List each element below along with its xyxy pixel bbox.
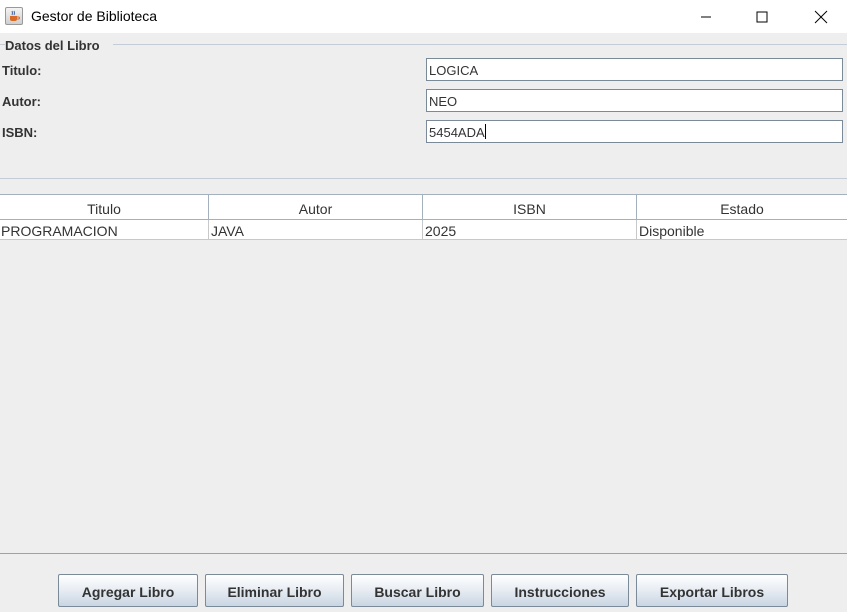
title-label: Titulo: <box>2 63 42 78</box>
delete-book-button[interactable]: Eliminar Libro <box>205 574 344 607</box>
title-field[interactable]: LOGICA <box>426 58 843 81</box>
isbn-field[interactable]: 5454ADA <box>426 120 843 143</box>
text-cursor <box>484 124 486 139</box>
cell-isbn[interactable]: 2025 <box>423 220 637 239</box>
form-legend: Datos del Libro <box>5 38 102 53</box>
isbn-label: ISBN: <box>2 125 38 140</box>
maximize-icon <box>756 11 768 22</box>
fieldset-border-right <box>113 44 847 45</box>
column-header-isbn[interactable]: ISBN <box>423 195 637 219</box>
author-field[interactable]: NEO <box>426 89 843 112</box>
column-header-autor[interactable]: Autor <box>209 195 423 219</box>
java-cup-icon <box>5 7 23 25</box>
column-header-titulo[interactable]: Titulo <box>0 195 209 219</box>
cell-estado[interactable]: Disponible <box>637 220 847 239</box>
cell-autor[interactable]: JAVA <box>209 220 423 239</box>
minimize-button[interactable] <box>683 0 729 33</box>
add-book-button[interactable]: Agregar Libro <box>58 574 198 607</box>
export-books-button[interactable]: Exportar Libros <box>636 574 788 607</box>
close-button[interactable] <box>798 0 844 33</box>
close-icon <box>814 10 828 23</box>
maximize-button[interactable] <box>739 0 785 33</box>
table-row[interactable]: PROGRAMACION JAVA 2025 Disponible <box>0 220 847 240</box>
separator <box>0 178 847 179</box>
cell-titulo[interactable]: PROGRAMACION <box>0 220 209 239</box>
author-label: Autor: <box>2 94 41 109</box>
column-header-estado[interactable]: Estado <box>637 195 847 219</box>
instructions-button[interactable]: Instrucciones <box>491 574 629 607</box>
window-title: Gestor de Biblioteca <box>31 8 158 24</box>
isbn-value: 5454ADA <box>429 125 485 140</box>
title-bar: Gestor de Biblioteca <box>0 0 847 33</box>
search-book-button[interactable]: Buscar Libro <box>351 574 484 607</box>
minimize-icon <box>701 16 711 17</box>
books-table[interactable]: Titulo Autor ISBN Estado PROGRAMACION JA… <box>0 194 847 553</box>
divider <box>0 553 847 554</box>
table-header: Titulo Autor ISBN Estado <box>0 195 847 220</box>
